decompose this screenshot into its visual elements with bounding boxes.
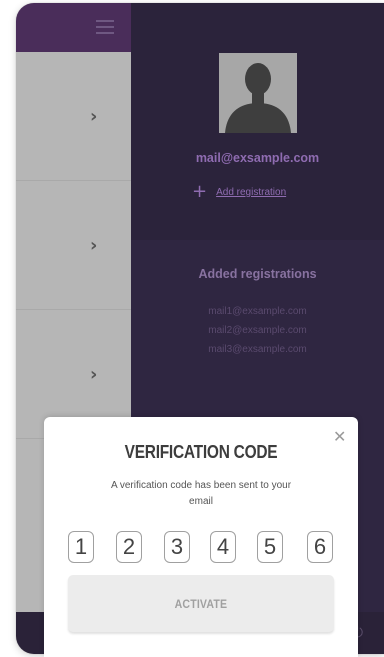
modal-title: VERIFICATION CODE	[124, 442, 278, 462]
activate-label: ACTIVATE	[174, 596, 228, 611]
activate-button[interactable]: ACTIVATE	[68, 575, 334, 632]
verification-code-inputs: 1 2 3 4 5 6	[68, 531, 334, 563]
menu-header	[16, 3, 131, 52]
profile-panel: mail@exsample.com + Add registration	[131, 3, 384, 240]
verification-modal: ✕ VERIFICATION CODE A verification code …	[44, 417, 358, 657]
registrations-list: mail1@exsample.com mail2@exsample.com ma…	[131, 302, 384, 359]
list-item: mail1@exsample.com	[208, 306, 307, 317]
code-digit-5[interactable]: 5	[257, 531, 283, 563]
menu-row-2[interactable]: ›	[16, 181, 131, 310]
chevron-right-icon: ›	[90, 106, 98, 127]
registrations-title: Added registrations	[198, 267, 317, 281]
list-item: mail3@exsample.com	[208, 344, 307, 355]
avatar	[219, 53, 297, 133]
code-digit-3[interactable]: 3	[164, 531, 190, 563]
code-digit-2[interactable]: 2	[116, 531, 142, 563]
add-registration-link[interactable]: Add registration	[216, 187, 286, 198]
modal-message: A verification code has been sent to you…	[110, 480, 292, 507]
code-digit-4[interactable]: 4	[210, 531, 236, 563]
add-registration[interactable]: + Add registration	[192, 183, 286, 201]
chevron-right-icon: ›	[90, 364, 98, 385]
list-item: mail2@exsample.com	[208, 325, 307, 336]
code-digit-1[interactable]: 1	[68, 531, 94, 563]
chevron-right-icon: ›	[90, 235, 98, 256]
hamburger-icon[interactable]	[96, 20, 114, 34]
code-digit-6[interactable]: 6	[307, 531, 333, 563]
plus-icon[interactable]: +	[192, 183, 207, 201]
user-silhouette-icon	[219, 53, 297, 133]
profile-email: mail@exsample.com	[195, 151, 320, 165]
menu-row-1[interactable]: ›	[16, 52, 131, 181]
